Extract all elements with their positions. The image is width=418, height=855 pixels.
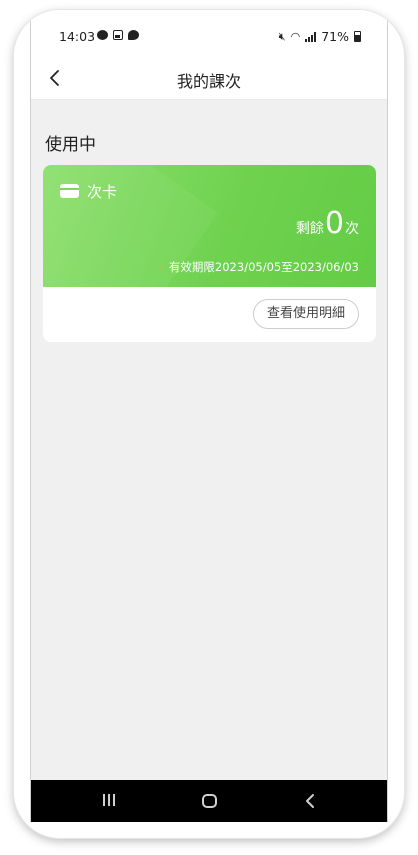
card-name: 次卡	[87, 183, 118, 201]
battery-level: 71%	[321, 29, 349, 44]
system-status: 🔇︎ ◠ 71%	[279, 29, 361, 44]
notification-icons	[97, 30, 139, 40]
remaining-label: 剩餘	[295, 221, 324, 237]
system-nav-bar	[31, 780, 387, 822]
validity-period: 有效期限2023/05/05至2023/06/03	[168, 260, 359, 274]
view-usage-details-button[interactable]: 查看使用明細	[252, 299, 359, 329]
section-title: 使用中	[45, 135, 96, 155]
status-time: 14:03	[59, 29, 96, 44]
card-header: 次卡 剩餘 0 次 有效期限2023/05/05至2023/06/03	[43, 165, 376, 287]
nav-bar: 我的課次	[31, 56, 387, 100]
wifi-icon: ◠	[290, 30, 301, 43]
app-screen: 14:03 🔇︎ ◠ 71% 我的課次 使用中 次卡 剩餘 0 次 有效期限20…	[30, 10, 388, 822]
signal-icon	[305, 31, 317, 42]
credit-card-icon	[60, 184, 79, 198]
class-card: 次卡 剩餘 0 次 有效期限2023/05/05至2023/06/03 查看使用…	[43, 165, 376, 342]
home-icon[interactable]	[202, 794, 217, 808]
message-icon	[97, 30, 108, 40]
image-icon	[113, 30, 123, 40]
chat-icon	[128, 30, 139, 40]
page-title: 我的課次	[176, 72, 241, 91]
battery-icon	[354, 31, 361, 42]
remaining-number: 0	[324, 206, 344, 241]
remaining-count: 剩餘 0 次	[296, 209, 359, 239]
mute-icon: 🔇︎	[278, 29, 286, 43]
main-content: 使用中 次卡 剩餘 0 次 有效期限2023/05/05至2023/06/03 …	[31, 100, 387, 790]
recent-apps-icon[interactable]	[103, 794, 115, 806]
phone-frame: 14:03 🔇︎ ◠ 71% 我的課次 使用中 次卡 剩餘 0 次 有效期限20…	[14, 10, 404, 838]
system-back-icon[interactable]	[303, 792, 317, 810]
remaining-unit: 次	[345, 221, 359, 237]
status-bar: 14:03 🔇︎ ◠ 71%	[31, 10, 387, 56]
